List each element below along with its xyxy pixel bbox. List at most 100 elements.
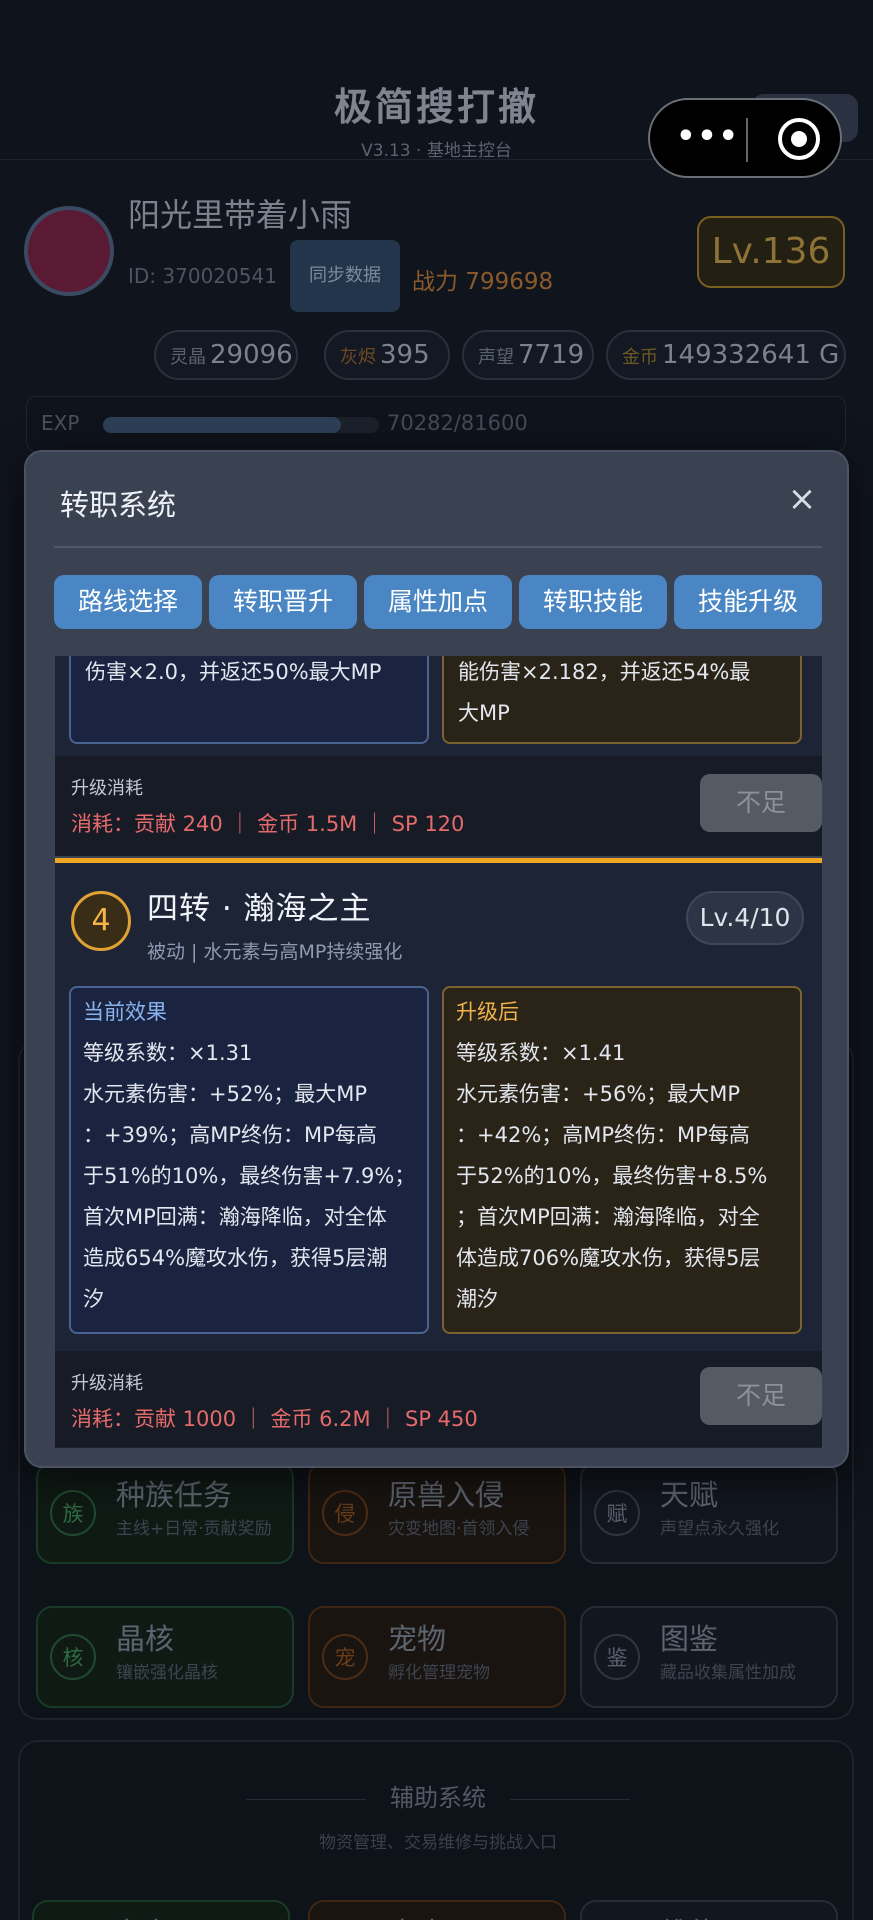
skill-title: 四转 · 瀚海之主 — [147, 891, 372, 927]
stat-key: 灰烬 — [340, 347, 376, 368]
effect-line: 水元素伤害：+52%；最大MP — [83, 1082, 368, 1106]
effect-line: 汐 — [83, 1287, 104, 1311]
stat-crystal: 灵晶 29096 — [154, 330, 298, 380]
effect-line: 首次MP回满：瀚海降临，对全体 — [83, 1205, 387, 1229]
tile-desc: 镶嵌强化晶核 — [116, 1663, 218, 1683]
close-icon[interactable]: × — [782, 480, 822, 520]
tab-skill-upgrade[interactable]: 技能升级 — [674, 575, 822, 629]
skill-level: Lv.4/10 — [686, 891, 804, 945]
aux-tile-repair[interactable]: 修 维修 — [580, 1900, 838, 1920]
exp-label: EXP — [41, 411, 80, 435]
more-icon[interactable]: ••• — [674, 122, 742, 155]
current-effect-box: 伤害×2.0，并返还50%最大MP — [69, 656, 429, 744]
stat-value: 29096 — [210, 340, 293, 370]
modal-divider — [54, 546, 822, 548]
modal-title: 转职系统 — [60, 488, 177, 522]
cost-label: 升级消耗 — [71, 778, 143, 799]
close-miniprogram-icon[interactable] — [778, 118, 820, 160]
sync-data-button[interactable]: 同步数据 — [290, 240, 400, 312]
tab-promotion[interactable]: 转职晋升 — [209, 575, 357, 629]
aux-title: 辅助系统 — [20, 1778, 856, 1813]
effect-line: 于52%的10%，最终伤害+8.5% — [456, 1164, 768, 1188]
tile-desc: 主线+日常·贡献奖励 — [116, 1519, 272, 1539]
combat-power: 战力 799698 — [412, 269, 554, 295]
stat-key: 金币 — [622, 347, 658, 368]
tile-desc: 藏品收集属性加成 — [660, 1663, 796, 1683]
current-effect-heading: 当前效果 — [83, 1000, 167, 1024]
aux-tile-warehouse[interactable]: 仓 仓库 — [32, 1900, 290, 1920]
next-effect-heading: 升级后 — [456, 1000, 519, 1024]
crystal-core-icon: 核 — [50, 1634, 96, 1680]
upgrade-button-disabled[interactable]: 不足 — [700, 1367, 822, 1425]
effect-line: 水元素伤害：+56%；最大MP — [456, 1082, 741, 1106]
tile-desc: 灾变地图·首领入侵 — [388, 1519, 530, 1539]
next-effect-box: 升级后 等级系数：×1.41 水元素伤害：+56%；最大MP ：+42%；高MP… — [442, 986, 802, 1334]
stat-value: 149332641 G — [662, 340, 840, 370]
stat-value: 7719 — [518, 340, 585, 370]
effect-line: 于51%的10%，最终伤害+7.9%； — [83, 1164, 416, 1188]
exp-fill — [103, 417, 341, 433]
tile-title: 仓库 — [112, 1910, 170, 1920]
job-change-modal: 转职系统 × 路线选择 转职晋升 属性加点 转职技能 技能升级 伤害×2.0，并… — [24, 450, 849, 1468]
aux-subtitle: 物资管理、交易维修与挑战入口 — [319, 1833, 557, 1853]
pet-icon: 宠 — [322, 1634, 368, 1680]
effect-line: 伤害×2.0，并返还50%最大MP — [85, 660, 382, 684]
feature-tile-codex[interactable]: 鉴 图鉴 藏品收集属性加成 — [580, 1606, 838, 1708]
current-effect-box: 当前效果 等级系数：×1.31 水元素伤害：+52%；最大MP ：+39%；高M… — [69, 986, 429, 1334]
stat-key: 灵晶 — [170, 347, 206, 368]
talent-icon: 赋 — [594, 1490, 640, 1536]
tile-title: 图鉴 — [660, 1622, 719, 1656]
tile-desc: 孵化管理宠物 — [388, 1663, 490, 1683]
effect-line: 等级系数：×1.41 — [456, 1041, 626, 1065]
tile-title: 天赋 — [660, 1478, 719, 1512]
tab-route-select[interactable]: 路线选择 — [54, 575, 202, 629]
feature-tile-race-quest[interactable]: 族 种族任务 主线+日常·贡献奖励 — [36, 1462, 294, 1564]
aux-tile-shop[interactable]: 商 商店 — [308, 1900, 566, 1920]
upgrade-cost-prev: 升级消耗 消耗：贡献 240 ｜ 金币 1.5M ｜ SP 120 不足 — [55, 756, 822, 856]
tile-title: 商店 — [388, 1910, 446, 1920]
effect-line: 大MP — [458, 701, 510, 725]
user-name: 阳光里带着小雨 — [128, 196, 353, 234]
tile-desc: 声望点永久强化 — [660, 1519, 779, 1539]
effect-line: 造成654%魔攻水伤，获得5层潮 — [83, 1246, 388, 1270]
effect-line: ；首次MP回满：瀚海降临，对全 — [456, 1205, 760, 1229]
cost-label: 升级消耗 — [71, 1373, 143, 1394]
level-badge: Lv.136 — [697, 216, 845, 288]
feature-tile-pet[interactable]: 宠 宠物 孵化管理宠物 — [308, 1606, 566, 1708]
effect-line: ：+39%；高MP终伤：MP每高 — [83, 1123, 377, 1147]
effect-line: 体造成706%魔攻水伤，获得5层 — [456, 1246, 761, 1270]
skill-card-fourth-job: 4 四转 · 瀚海之主 被动 | 水元素与高MP持续强化 Lv.4/10 当前效… — [55, 858, 822, 1448]
cost-value: 消耗：贡献 240 ｜ 金币 1.5M ｜ SP 120 — [71, 812, 465, 836]
aux-section: 辅助系统 物资管理、交易维修与挑战入口 仓 仓库 商 商店 修 维修 — [18, 1740, 854, 1920]
exp-value: 70282/81600 — [387, 411, 528, 435]
job-tier-badge: 4 — [71, 891, 131, 951]
stat-gold: 金币 149332641 G — [606, 330, 846, 380]
tile-title: 种族任务 — [116, 1478, 233, 1512]
next-effect-box: 能伤害×2.182，并返还54%最 大MP — [442, 656, 802, 744]
effect-line: 能伤害×2.182，并返还54%最 — [458, 660, 751, 684]
user-id: ID: 370020541 — [128, 264, 277, 288]
upgrade-button-disabled[interactable]: 不足 — [700, 774, 822, 832]
cost-value: 消耗：贡献 1000 ｜ 金币 6.2M ｜ SP 450 — [71, 1407, 478, 1431]
feature-tile-talent[interactable]: 赋 天赋 声望点永久强化 — [580, 1462, 838, 1564]
feature-tile-beast-invasion[interactable]: 侵 原兽入侵 灾变地图·首领入侵 — [308, 1462, 566, 1564]
exp-bar: EXP 70282/81600 — [26, 396, 846, 452]
tile-title: 维修 — [660, 1910, 718, 1920]
avatar[interactable] — [24, 206, 114, 296]
stat-key: 声望 — [478, 347, 514, 368]
race-quest-icon: 族 — [50, 1490, 96, 1536]
upgrade-cost: 升级消耗 消耗：贡献 1000 ｜ 金币 6.2M ｜ SP 450 不足 — [55, 1351, 822, 1447]
tab-job-skills[interactable]: 转职技能 — [519, 575, 667, 629]
stat-value: 395 — [380, 340, 430, 370]
effect-line: 潮汐 — [456, 1287, 498, 1311]
feature-tile-crystal-core[interactable]: 核 晶核 镶嵌强化晶核 — [36, 1606, 294, 1708]
tab-attribute-points[interactable]: 属性加点 — [364, 575, 512, 629]
modal-tabs: 路线选择 转职晋升 属性加点 转职技能 技能升级 — [54, 575, 824, 629]
tile-title: 宠物 — [388, 1622, 447, 1656]
effect-line: 等级系数：×1.31 — [83, 1041, 253, 1065]
capsule-divider — [746, 118, 748, 162]
tile-title: 晶核 — [116, 1622, 175, 1656]
stat-ash: 灰烬 395 — [324, 330, 450, 380]
skill-list[interactable]: 伤害×2.0，并返还50%最大MP 能伤害×2.182，并返还54%最 大MP … — [55, 656, 822, 1452]
effect-line: ：+42%；高MP终伤：MP每高 — [456, 1123, 750, 1147]
